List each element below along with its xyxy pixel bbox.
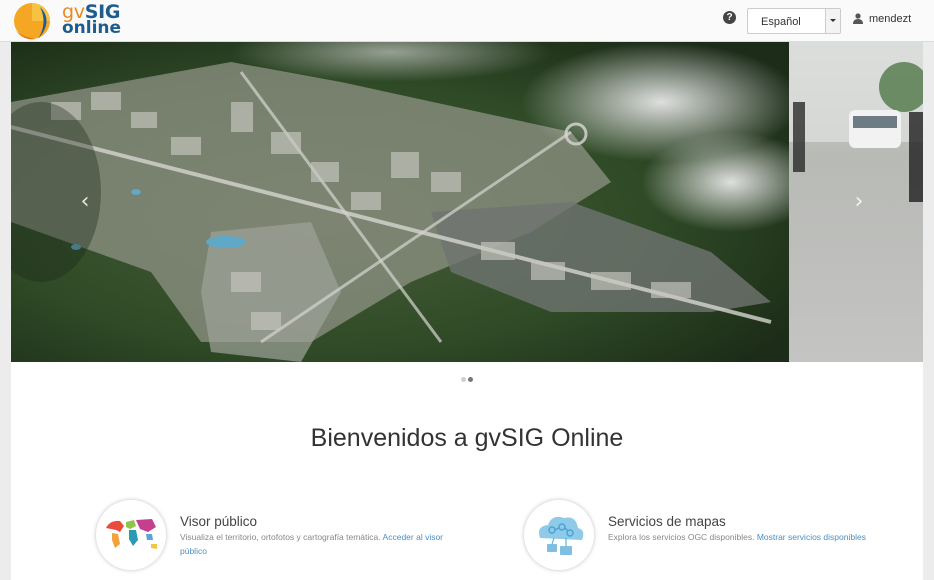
world-map-icon	[96, 500, 166, 570]
language-selected-value: Español	[761, 16, 801, 28]
carousel-prev-icon[interactable]: ‹	[75, 190, 95, 214]
chevron-down-icon[interactable]	[825, 9, 840, 33]
welcome-heading: Bienvenidos a gvSIG Online	[310, 424, 624, 452]
feature-servicios-mapas: Servicios de mapas Explora los servicios…	[524, 500, 904, 574]
main-content: Bienvenidos a gvSIG Online Visor público…	[11, 362, 923, 580]
cloud-services-icon	[524, 500, 594, 570]
user-icon	[853, 13, 863, 24]
hero-carousel: ‹ ›	[11, 42, 923, 362]
gvsig-logo[interactable]: gvSIG online	[10, 1, 122, 41]
gvsig-logo-icon	[14, 3, 50, 40]
help-icon[interactable]: ?	[723, 11, 736, 24]
top-navbar: gvSIG online ? Español mendezt	[0, 0, 934, 42]
carousel-indicator-1[interactable]	[461, 377, 466, 382]
carousel-next-icon[interactable]: ›	[849, 190, 869, 214]
feature-title: Servicios de mapas	[608, 514, 726, 529]
language-select[interactable]: Español	[747, 8, 841, 34]
feature-visor-publico: Visor público Visualiza el territorio, o…	[96, 500, 476, 574]
feature-link[interactable]: Mostrar servicios disponibles	[757, 532, 866, 542]
feature-description: Explora los servicios OGC disponibles. M…	[608, 532, 866, 542]
logo-wordmark-bottom: online	[62, 18, 122, 38]
feature-description: Visualiza el territorio, ortofotos y car…	[180, 532, 444, 556]
carousel-indicator-2[interactable]	[468, 377, 473, 382]
city-aerial-image	[11, 42, 789, 362]
feature-title: Visor público	[180, 514, 258, 529]
carousel-indicators	[461, 377, 475, 383]
user-name: mendezt	[869, 13, 912, 25]
